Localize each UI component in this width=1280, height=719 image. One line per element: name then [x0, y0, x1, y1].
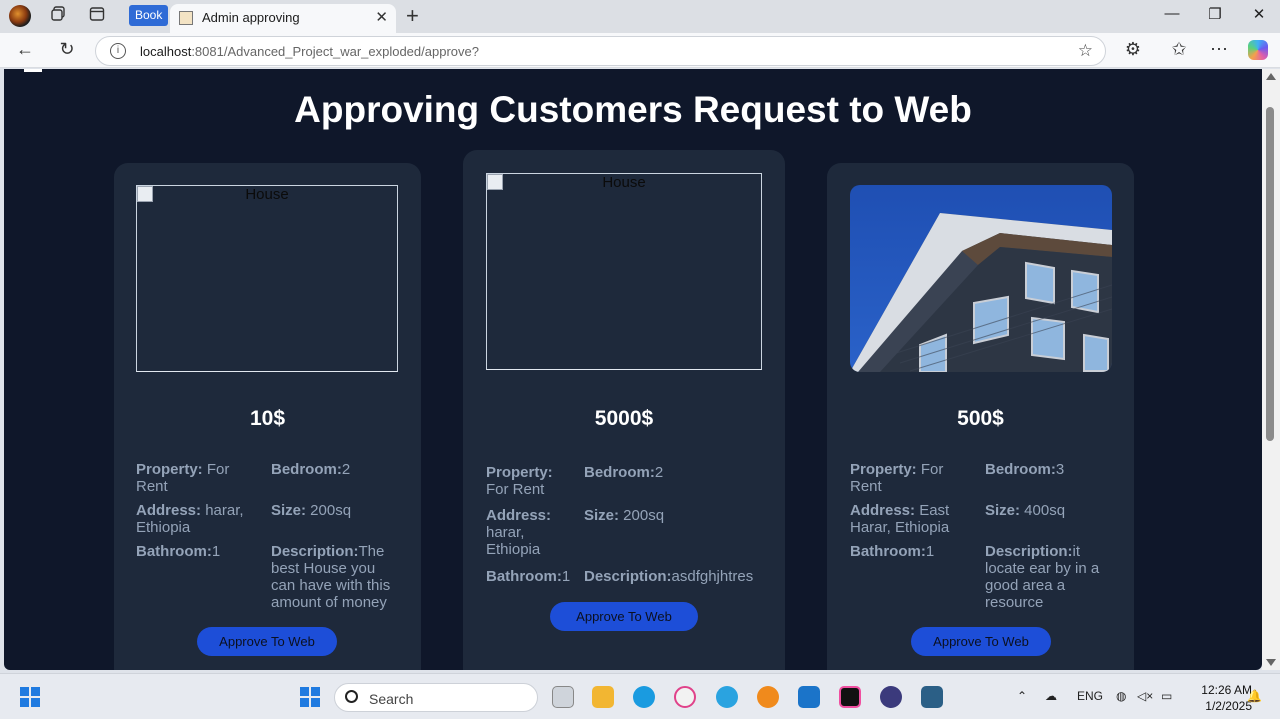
vscode-icon[interactable] — [798, 686, 820, 708]
bathroom-detail: Bathroom:1 — [486, 568, 571, 585]
address-detail: Address: harar, Ethiopia — [136, 502, 244, 536]
more-icon[interactable]: ⋯ — [1207, 39, 1231, 60]
bedroom-detail: Bedroom:3 — [985, 461, 1065, 478]
globe-icon[interactable]: ◍ — [1116, 689, 1126, 703]
bell-icon[interactable]: 🔔 — [1247, 689, 1262, 703]
restore-icon[interactable]: ❐ — [1200, 5, 1230, 23]
scroll-down-icon[interactable] — [1266, 659, 1276, 666]
tab-favicon-icon — [179, 11, 193, 25]
bedroom-detail: Bedroom:2 — [584, 464, 664, 481]
task-view-icon[interactable] — [552, 686, 574, 708]
price: 5000$ — [594, 407, 654, 430]
property-detail: Property: For Rent — [136, 461, 230, 495]
mute-icon[interactable]: ◁× — [1137, 689, 1153, 703]
copilot-icon[interactable] — [1248, 40, 1268, 60]
image-alt-text: House — [245, 186, 289, 203]
price: 500$ — [957, 407, 1004, 430]
house-photo — [850, 185, 1112, 372]
bathroom-detail: Bathroom:1 — [850, 543, 935, 560]
property-card: 500$ Property: For Rent Bedroom:3 Addres… — [827, 163, 1134, 670]
browser-tab-strip: Book Admin approving ✕ + — ❐ ✕ — [0, 0, 1280, 33]
approve-button[interactable]: Approve To Web — [911, 627, 1051, 656]
close-icon[interactable]: ✕ — [375, 8, 388, 26]
page-viewport: Approving Customers Request to Web House… — [4, 69, 1262, 670]
workspaces-icon[interactable] — [48, 6, 68, 26]
description-detail: Description:The best House you can have … — [271, 543, 391, 611]
description-detail: Description:asdfghjhtres — [584, 568, 754, 585]
description-detail: Description:it locate ear by in a good a… — [985, 543, 1100, 611]
page-title: Approving Customers Request to Web — [294, 89, 972, 130]
tab-actions-icon[interactable] — [87, 6, 107, 26]
eclipse-icon[interactable] — [880, 686, 902, 708]
extensions-icon[interactable]: ⚙ — [1121, 39, 1145, 60]
approve-button[interactable]: Approve To Web — [550, 602, 698, 631]
window-close-icon[interactable]: ✕ — [1244, 5, 1274, 23]
mysql-workbench-icon[interactable] — [921, 686, 943, 708]
refresh-icon[interactable]: ↻ — [55, 39, 79, 60]
property-detail: Property: For Rent — [850, 461, 944, 495]
browser-toolbar: ← ↻ i localhost:8081/Advanced_Project_wa… — [0, 33, 1280, 68]
chevron-up-icon[interactable]: ⌃ — [1017, 689, 1027, 703]
favorites-icon[interactable]: ✩ — [1167, 39, 1191, 60]
edge-icon[interactable] — [633, 686, 655, 708]
windows-taskbar: Search ⌃ ☁ ENG ◍ ◁× ▭ 12:26 AM 1/2/2025 … — [0, 673, 1280, 719]
clock-date: 1/2/2025 — [1205, 699, 1252, 713]
size-detail: Size: 200sq — [584, 507, 665, 524]
price: 10$ — [249, 407, 286, 430]
windows-start-icon[interactable] — [20, 687, 40, 707]
property-card: House 10$ Property: For Rent Bedroom:2 A… — [114, 163, 421, 670]
search-placeholder: Search — [369, 691, 414, 707]
plus-icon[interactable]: + — [406, 3, 419, 29]
profile-avatar[interactable] — [9, 5, 31, 27]
house-image: House — [486, 173, 762, 370]
battery-icon[interactable]: ▭ — [1161, 689, 1172, 703]
size-detail: Size: 400sq — [985, 502, 1066, 519]
system-clock[interactable]: 12:26 AM 1/2/2025 — [1180, 682, 1252, 714]
minimize-icon[interactable]: — — [1157, 5, 1187, 22]
star-icon[interactable]: ☆ — [1078, 41, 1093, 61]
menu-icon[interactable] — [24, 69, 42, 72]
url-text[interactable]: localhost:8081/Advanced_Project_war_expl… — [140, 44, 479, 59]
image-alt-text: House — [602, 174, 646, 191]
file-explorer-icon[interactable] — [592, 686, 614, 708]
windows-start-icon[interactable] — [300, 687, 320, 707]
tab-group-book[interactable]: Book — [129, 5, 169, 26]
size-detail: Size: 200sq — [271, 502, 352, 519]
property-card: House 5000$ Property: For Rent Bedroom:2… — [463, 150, 785, 670]
clock-time: 12:26 AM — [1201, 683, 1252, 697]
search-icon — [345, 690, 358, 703]
approve-button[interactable]: Approve To Web — [197, 627, 337, 656]
intellij-icon[interactable] — [839, 686, 861, 708]
telegram-icon[interactable] — [716, 686, 738, 708]
tab-title: Admin approving — [202, 10, 300, 25]
address-detail: Address: East Harar, Ethiopia — [850, 502, 950, 536]
address-detail: Address: harar, Ethiopia — [486, 507, 552, 558]
app-orange-icon[interactable] — [757, 686, 779, 708]
itunes-icon[interactable] — [674, 686, 696, 708]
scrollbar-thumb[interactable] — [1266, 107, 1274, 441]
bedroom-detail: Bedroom:2 — [271, 461, 351, 478]
info-icon[interactable]: i — [110, 43, 126, 59]
taskbar-search[interactable]: Search — [334, 683, 538, 712]
bathroom-detail: Bathroom:1 — [136, 543, 221, 560]
cloud-off-icon[interactable]: ☁ — [1045, 689, 1057, 703]
active-tab[interactable]: Admin approving ✕ — [170, 4, 396, 33]
house-image: House — [136, 185, 398, 372]
back-arrow-icon[interactable]: ← — [13, 39, 37, 60]
language-indicator[interactable]: ENG — [1077, 689, 1103, 703]
scroll-up-icon[interactable] — [1266, 73, 1276, 80]
page-scrollbar[interactable] — [1262, 69, 1280, 670]
property-detail: Property: For Rent — [486, 464, 553, 498]
address-bar[interactable]: i localhost:8081/Advanced_Project_war_ex… — [95, 36, 1106, 66]
